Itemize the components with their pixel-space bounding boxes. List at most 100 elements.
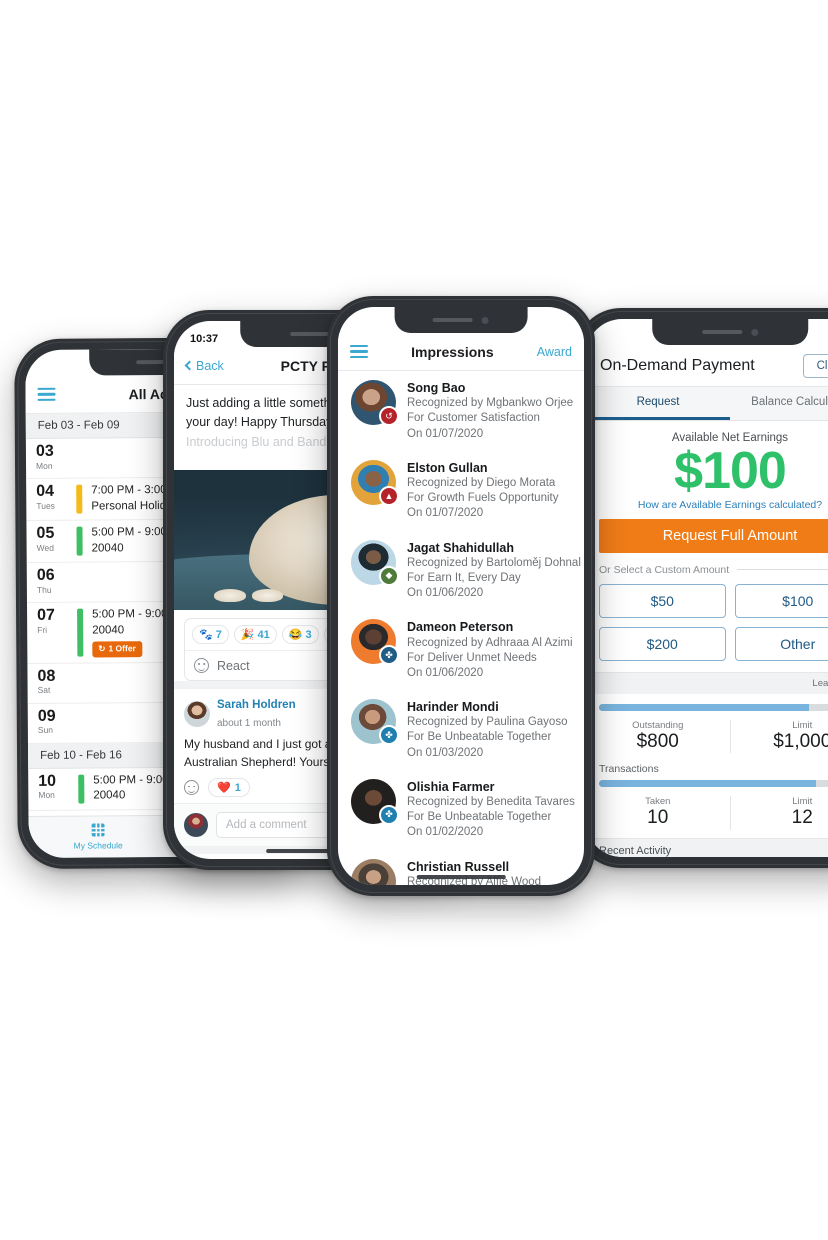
impression-text: Jagat Shahidullah Recognized by Bartolomě…	[407, 540, 581, 602]
amount-option-button[interactable]: $100	[734, 583, 828, 618]
add-reaction-icon[interactable]	[184, 780, 199, 796]
tab-request[interactable]: Request	[586, 387, 730, 420]
shift-color-bar	[77, 569, 83, 596]
hamburger-icon[interactable]	[37, 385, 56, 404]
custom-amount-divider: Or Select a Custom Amount	[586, 553, 828, 584]
award-badge-icon: ↺	[379, 406, 399, 426]
transactions-label: Transactions	[599, 763, 659, 776]
front-camera	[750, 328, 758, 336]
weekday-label: Thu	[36, 584, 52, 595]
list-item[interactable]: ✤ Dameon Peterson Recognized by Adhraaa Al…	[338, 610, 584, 690]
schedule-date: 10 Mon	[38, 772, 78, 804]
custom-amount-label: Or Select a Custom Amount	[599, 563, 730, 576]
page-title: Impressions	[411, 343, 494, 360]
amount-option-button[interactable]: $200	[599, 626, 726, 661]
schedule-date: 05 Wed	[36, 524, 76, 557]
dog-paw-left	[214, 589, 246, 602]
learn-more-link[interactable]: Learn More	[812, 678, 828, 689]
weekday-label: Sat	[37, 685, 51, 696]
taken-pair: Taken 10	[586, 796, 730, 830]
react-label: React	[217, 658, 250, 673]
day-number: 04	[36, 482, 55, 500]
list-item[interactable]: ◆ Jagat Shahidullah Recognized by Bartolom…	[338, 531, 584, 611]
taken-value: 10	[647, 807, 669, 829]
heart-count: 1	[234, 781, 241, 794]
amount-option-button[interactable]: $50	[599, 583, 726, 618]
impressions-appbar: Impressions Award	[338, 333, 584, 371]
recognition-value: For Be Unbeatable Together	[407, 811, 552, 824]
reaction-chip[interactable]: 🎉 41	[233, 625, 277, 645]
reaction-chip[interactable]: 🐾 7	[192, 625, 229, 645]
chevron-left-icon	[184, 360, 195, 371]
transactions-meter-fill	[599, 780, 817, 788]
offer-badge[interactable]: ↻ 1 Offer	[92, 641, 142, 658]
transactions-pairs: Taken 10 Limit 12	[586, 791, 828, 838]
tab-my-schedule[interactable]: My Schedule	[29, 823, 168, 851]
recognized-by: Recognized by Adhraaa Al Azimi	[407, 636, 573, 649]
transactions-meter	[599, 780, 828, 788]
payment-header: On-Demand Payment Close	[586, 345, 828, 387]
reaction-count: 7	[215, 628, 222, 641]
impression-text: Olishia Farmer Recognized by Benedita Tav…	[407, 779, 575, 841]
refresh-icon: ↻	[98, 643, 106, 654]
status-time: 10:37	[190, 333, 219, 345]
amount-option-button[interactable]: Other	[734, 626, 828, 661]
request-full-amount-button[interactable]: Request Full Amount	[599, 518, 828, 553]
tab-balance-calculation[interactable]: Balance Calculation	[730, 387, 828, 420]
notch	[394, 307, 528, 333]
amount-option-grid: $50 $100 $200 Other	[586, 583, 828, 661]
recognition-date: On 01/07/2020	[407, 427, 484, 440]
avatar	[184, 813, 208, 838]
reaction-chip[interactable]: 😂 3	[281, 625, 319, 645]
day-number: 06	[36, 566, 55, 584]
impressions-list[interactable]: ↺ Song Bao Recognized by Mgbankwo Orjee For…	[338, 371, 584, 885]
list-item[interactable]: ✤ Harinder Mondi Recognized by Paulina Gay…	[338, 690, 584, 770]
payment-screen: On-Demand Payment Close RequestBalance C…	[586, 319, 828, 857]
schedule-date: 09 Sun	[37, 707, 78, 737]
shift-color-bar	[78, 774, 85, 804]
shift-color-bar	[77, 669, 83, 696]
recognition-date: On 01/07/2020	[407, 507, 484, 520]
balance-pairs: Outstanding $800 Limit $1,000	[586, 715, 828, 762]
back-button[interactable]: Back	[184, 358, 224, 373]
transactions-limit-value: 12	[791, 807, 813, 829]
avatar: ◆	[351, 539, 399, 586]
reaction-emoji: 😂	[288, 629, 303, 642]
close-button[interactable]: Close	[802, 353, 828, 378]
comment-author[interactable]: Sarah Holdren	[217, 698, 296, 712]
heart-reaction-chip[interactable]: ❤️ 1	[208, 778, 250, 798]
list-item[interactable]: ↺ Song Bao Recognized by Mgbankwo Orjee For…	[338, 371, 584, 451]
shift-color-bar	[76, 526, 83, 556]
shift-color-bar	[78, 709, 84, 736]
award-badge-icon: ▲	[379, 485, 399, 506]
reaction-count: 3	[305, 628, 312, 641]
outstanding-pair: Outstanding $800	[586, 720, 730, 754]
comment-time: about 1 month	[217, 717, 281, 729]
dog-paw-right	[251, 589, 284, 602]
outstanding-value: $800	[636, 730, 679, 752]
back-label: Back	[196, 358, 224, 373]
shift-color-bar	[76, 484, 83, 514]
list-item[interactable]: ✤ Christian RussellRecognized by Alfie Wo…	[338, 850, 584, 885]
home-indicator	[416, 875, 506, 879]
recognized-by: Recognized by Mgbankwo Orjee	[407, 397, 574, 410]
avatar: ↺	[351, 380, 399, 426]
award-button[interactable]: Award	[537, 345, 572, 359]
reaction-count: 41	[257, 628, 270, 641]
impression-text: Christian Russell Recognized by Alfie Woo…	[407, 859, 551, 885]
hamburger-icon[interactable]	[350, 342, 368, 361]
balance-meter	[599, 703, 828, 711]
earnings-help-link[interactable]: How are Available Earnings calculated?	[586, 499, 828, 519]
day-number: 05	[36, 524, 55, 542]
smiley-icon	[194, 658, 209, 674]
recognition-date: On 01/03/2020	[407, 746, 484, 759]
recognition-value: For Customer Satisfaction	[407, 412, 540, 425]
list-item[interactable]: ✤ Olishia Farmer Recognized by Benedita Ta…	[338, 770, 584, 850]
balance-limit-label: Limit	[792, 719, 813, 731]
recipient-name: Song Bao	[407, 381, 466, 395]
list-item[interactable]: ▲ Elston Gullan Recognized by Diego Morata…	[338, 451, 584, 531]
balance-limit-pair: Limit $1,000	[729, 719, 828, 754]
weekday-label: Sun	[37, 725, 54, 736]
taken-label: Taken	[645, 796, 671, 808]
shift-color-bar	[77, 608, 84, 657]
